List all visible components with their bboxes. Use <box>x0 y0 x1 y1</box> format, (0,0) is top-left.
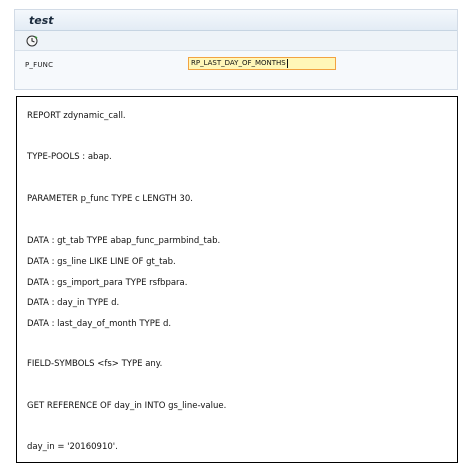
code-line: GET REFERENCE OF day_in INTO gs_line-val… <box>27 401 227 411</box>
code-line: day_in = '20160910'. <box>27 442 118 452</box>
execute-clock-icon <box>26 35 38 46</box>
code-listing: REPORT zdynamic_call. TYPE-POOLS : abap.… <box>16 96 458 463</box>
program-title: test <box>29 13 54 27</box>
code-line: PARAMETER p_func TYPE c LENGTH 30. <box>27 194 193 204</box>
p-func-value: RP_LAST_DAY_OF_MONTHS <box>191 59 286 67</box>
code-line: DATA : gs_line LIKE LINE OF gt_tab. <box>27 257 176 267</box>
text-caret <box>286 58 288 68</box>
p-func-input[interactable]: RP_LAST_DAY_OF_MONTHS <box>188 57 336 70</box>
code-line: DATA : gs_import_para TYPE rsfbpara. <box>27 278 188 288</box>
code-line: DATA : day_in TYPE d. <box>27 298 120 308</box>
code-line: TYPE-POOLS : abap. <box>27 152 112 162</box>
parameter-area: P_FUNC RP_LAST_DAY_OF_MONTHS <box>15 51 457 89</box>
p-func-label: P_FUNC <box>25 61 54 69</box>
code-line: FIELD-SYMBOLS <fs> TYPE any. <box>27 359 163 369</box>
title-bar: test <box>15 10 457 31</box>
code-line: REPORT zdynamic_call. <box>27 111 126 121</box>
code-line: DATA : gt_tab TYPE abap_func_parmbind_ta… <box>27 236 221 246</box>
code-line: DATA : last_day_of_month TYPE d. <box>27 319 172 329</box>
application-toolbar <box>15 31 457 51</box>
selection-screen: test P_FUNC RP_LAST_DAY_OF_MONTHS <box>14 9 458 90</box>
execute-button[interactable] <box>25 34 39 48</box>
